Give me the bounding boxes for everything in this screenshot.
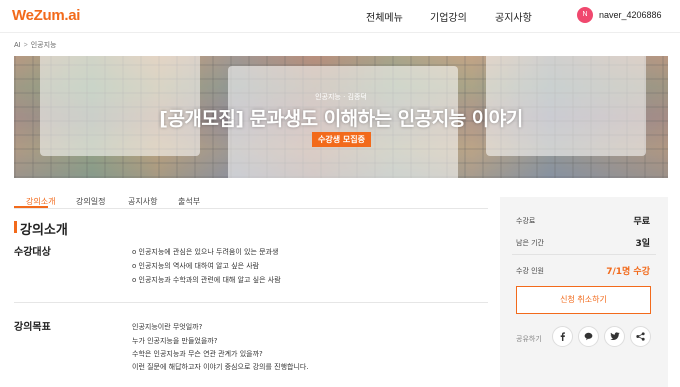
goal-line: 이런 질문에 해답하고자 이야기 중심으로 강의를 진행합니다.	[132, 363, 309, 371]
status-badge: 수강생 모집중	[312, 132, 371, 147]
nav-corporate-lectures[interactable]: 기업강의	[430, 9, 467, 24]
cancel-enrollment-button[interactable]: 신청 취소하기	[516, 286, 651, 314]
tab-attendance[interactable]: 출석부	[178, 196, 200, 207]
nav-notices[interactable]: 공지사항	[495, 9, 532, 24]
wezum-logo[interactable]: WeZum.ai	[12, 7, 80, 24]
facebook-icon	[560, 332, 565, 341]
course-tabs: 강의소개 강의일정 공지사항 출석부	[14, 190, 488, 210]
period-label: 남은 기간	[516, 239, 544, 247]
speech-bubble-icon	[584, 332, 593, 341]
breadcrumb: AI > 인공지능	[14, 40, 56, 50]
target-line: o 인공지능과 수학과의 관련에 대해 알고 싶은 사람	[132, 276, 281, 284]
breadcrumb-item-ai[interactable]: AI	[14, 42, 21, 49]
top-header: WeZum.ai 전체메뉴 기업강의 공지사항 N naver_4206886	[0, 0, 680, 32]
enrollment-panel: 수강료 무료 남은 기간 3일 수강 인원 7/1명 수강 신청 취소하기 공유…	[500, 197, 668, 387]
fee-label: 수강료	[516, 217, 536, 225]
panel-divider	[512, 254, 656, 255]
target-line: o 인공지능의 역사에 대하여 알고 싶은 사람	[132, 262, 260, 270]
target-label: 수강대상	[14, 247, 51, 258]
section-marker	[14, 221, 17, 233]
avatar[interactable]: N	[577, 7, 593, 23]
goal-line: 누가 인공지능을 만들었을까?	[132, 337, 218, 345]
share-icon	[636, 332, 645, 341]
tabs-divider	[14, 208, 488, 209]
period-value: 3일	[635, 239, 650, 249]
share-label: 공유하기	[516, 335, 542, 343]
link-share-button[interactable]	[630, 326, 651, 347]
hero-banner: 인공지능 · 김종덕 [공개모집] 문과생도 이해하는 인공지능 이야기 수강생…	[14, 56, 668, 178]
hero-subtitle: 인공지능 · 김종덕	[315, 93, 367, 101]
section-title: 강의소개	[20, 223, 68, 238]
nav-all-menu[interactable]: 전체메뉴	[366, 9, 403, 24]
goal-label: 강의목표	[14, 322, 51, 333]
goal-line: 수학은 인공지능과 무슨 연관 관계가 있을까?	[132, 350, 263, 358]
tab-schedule[interactable]: 강의일정	[76, 196, 105, 207]
goal-line: 인공지능이란 무엇일까?	[132, 323, 203, 331]
facebook-share-button[interactable]	[552, 326, 573, 347]
students-value: 7/1명 수강	[606, 267, 650, 277]
twitter-icon	[609, 332, 620, 340]
target-line: o 인공지능에 관심은 있으나 두려움이 있는 문과생	[132, 248, 279, 256]
username[interactable]: naver_4206886	[599, 10, 662, 20]
twitter-share-button[interactable]	[604, 326, 625, 347]
course-title: [공개모집] 문과생도 이해하는 인공지능 이야기	[159, 108, 523, 130]
section-divider	[14, 302, 488, 303]
header-divider	[0, 32, 680, 33]
breadcrumb-item-category[interactable]: 인공지능	[31, 42, 57, 49]
tab-notices[interactable]: 공지사항	[128, 196, 157, 207]
students-label: 수강 인원	[516, 267, 544, 275]
chevron-right-icon: >	[23, 42, 28, 49]
kakao-share-button[interactable]	[578, 326, 599, 347]
fee-value: 무료	[633, 217, 650, 227]
